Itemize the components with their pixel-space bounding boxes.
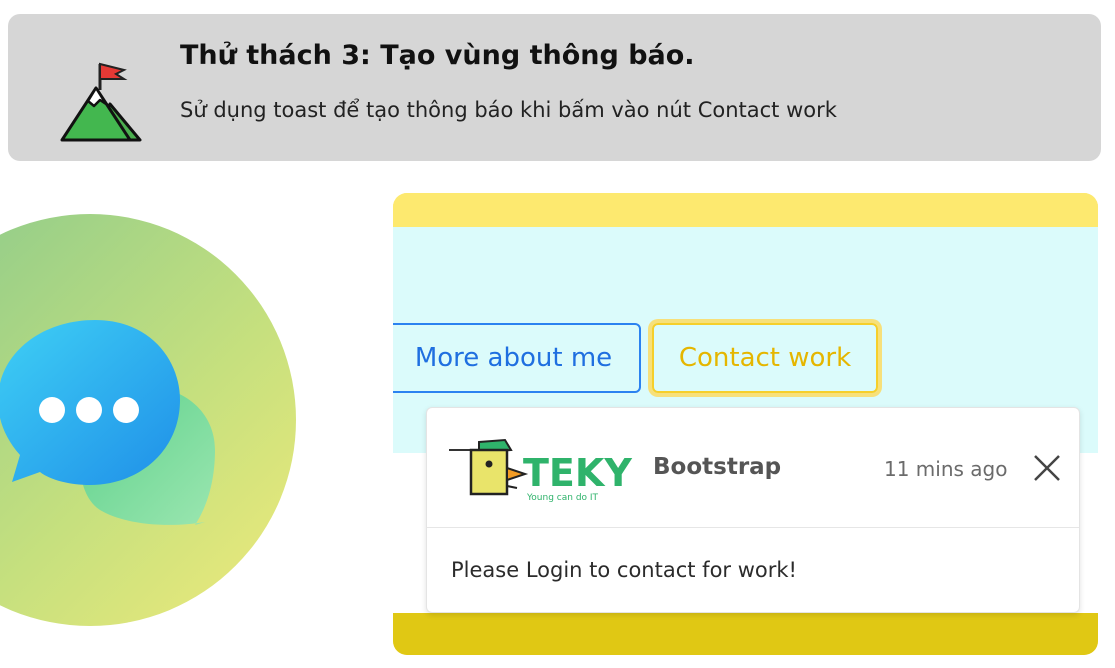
demo-bottom-bar <box>393 613 1098 655</box>
demo-panel: More about me Contact work TEKY Young ca… <box>393 193 1098 655</box>
more-about-me-button[interactable]: More about me <box>393 323 641 393</box>
toast-time: 11 mins ago <box>884 457 1008 481</box>
chat-bubble-icon <box>0 214 296 626</box>
toast-title: Bootstrap <box>653 454 782 480</box>
svg-text:Young can do IT: Young can do IT <box>526 493 599 503</box>
toast-message: Please Login to contact for work! <box>451 558 797 582</box>
close-icon[interactable] <box>1027 448 1067 488</box>
mountain-flag-icon <box>60 62 142 142</box>
contact-work-button[interactable]: Contact work <box>652 323 878 393</box>
teky-logo: TEKY Young can do IT <box>449 438 632 503</box>
demo-top-bar <box>393 193 1098 227</box>
toast-header: TEKY Young can do IT Bootstrap 11 mins a… <box>427 408 1079 528</box>
challenge-card: Thử thách 3: Tạo vùng thông báo. Sử dụng… <box>8 14 1101 161</box>
svg-text:TEKY: TEKY <box>523 451 632 495</box>
toast: TEKY Young can do IT Bootstrap 11 mins a… <box>426 407 1080 613</box>
challenge-title: Thử thách 3: Tạo vùng thông báo. <box>180 40 695 71</box>
challenge-description: Sử dụng toast để tạo thông báo khi bấm v… <box>180 98 837 122</box>
